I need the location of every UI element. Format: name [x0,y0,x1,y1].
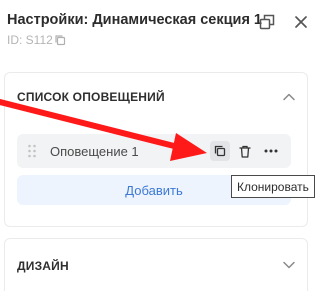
page-title: Настройки: Динамическая секция 1 [7,12,262,28]
section-id-label: ID: S112 [7,33,53,47]
section-id: ID: S112 [7,33,66,47]
clone-button[interactable] [210,141,230,161]
popout-button[interactable] [257,12,277,32]
design-panel-title: ДИЗАЙН [17,259,69,273]
delete-button[interactable] [235,141,255,161]
clone-icon [214,145,226,157]
chevron-down-icon[interactable] [281,257,297,273]
design-panel[interactable]: ДИЗАЙН [4,238,308,291]
clone-tooltip: Клонировать [231,175,315,198]
more-icon [264,149,278,153]
trash-icon [239,145,251,158]
settings-header: Настройки: Динамическая секция 1 ID: S11… [0,0,315,58]
alert-list-item[interactable]: Оповещение 1 [17,134,291,168]
drag-handle-icon[interactable] [27,144,37,158]
alerts-list-panel: СПИСОК ОПОВЕЩЕНИЙ Оповещение 1 Добавить [4,72,308,227]
close-button[interactable] [291,12,311,32]
alerts-panel-title: СПИСОК ОПОВЕЩЕНИЙ [17,90,165,104]
more-button[interactable] [261,141,281,161]
copy-icon[interactable] [54,34,66,46]
close-icon [295,16,307,28]
popout-icon [259,14,275,30]
chevron-up-icon[interactable] [281,89,297,105]
alert-item-label: Оповещение 1 [50,144,139,159]
